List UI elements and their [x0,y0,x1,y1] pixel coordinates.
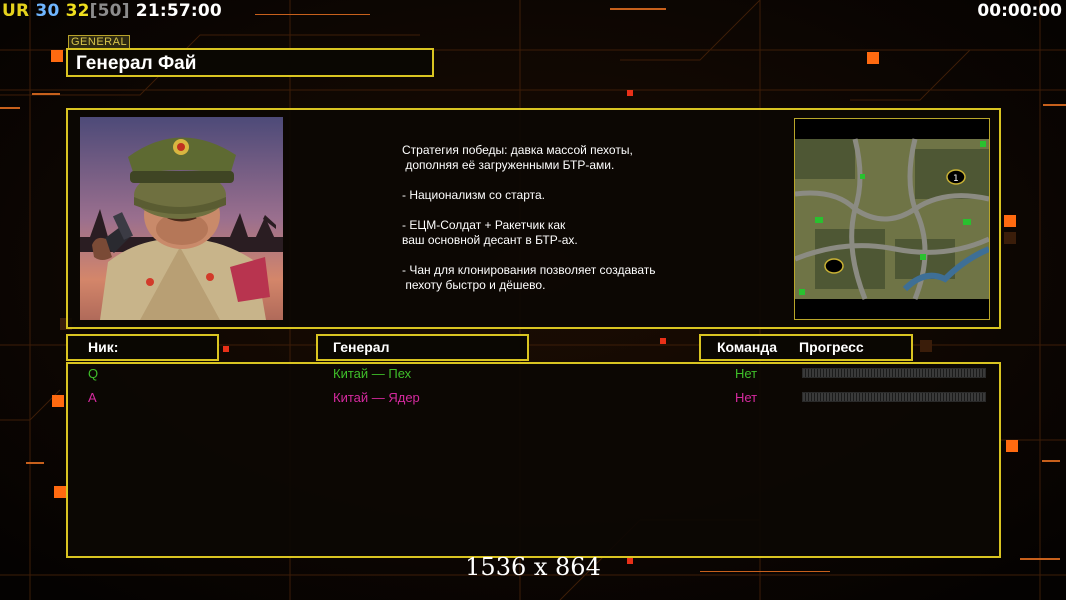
description-line [402,248,772,263]
description-line: - ЕЦМ-Солдат + Ракетчик как [402,218,566,232]
description-line: - Чан для клонирования позволяет создава… [402,263,656,277]
player-list: Q Китай — Пех Нет A Китай — Ядер Нет [66,362,1001,558]
description-line [402,173,772,188]
player-progress-bar [802,368,986,378]
player-general: Китай — Ядер [333,390,420,405]
svg-text:1: 1 [953,174,959,184]
description-line [402,203,772,218]
player-nick: A [88,390,97,405]
player-general: Китай — Пех [333,366,412,381]
header-general: Генерал [316,334,529,361]
hud-value-1: 30 [35,1,60,21]
description-line: - Национализм со старта. [402,188,545,202]
player-progress-bar [802,392,986,402]
general-name: Генерал Фай [76,53,197,74]
hud-ur-label: UR [2,1,30,21]
description-line: пехоту быстро и дёшево. [402,278,546,292]
list-item[interactable]: Q Китай — Пех Нет [68,365,1003,383]
general-description: Стратегия победы: давка массой пехоты, д… [402,143,772,293]
header-team-label: Команда [717,339,777,355]
header-team-progress: Команда Прогресс [699,334,913,361]
map-preview[interactable]: 1 [794,118,990,320]
player-team: Нет [735,390,758,405]
hud-stats: UR 30 32[50] 21:57:00 [2,1,222,21]
hud-clock: 21:57:00 [135,1,222,21]
general-portrait [80,117,283,320]
header-nick: Ник: [66,334,219,361]
player-nick: Q [88,366,99,381]
general-title-box: Генерал Фай [66,48,434,77]
resolution-label: 1536 x 864 [465,553,601,581]
header-nick-label: Ник: [88,339,119,355]
description-line: дополняя её загруженными БТР-ами. [402,158,615,172]
description-line: Стратегия победы: давка массой пехоты, [402,143,633,157]
header-general-label: Генерал [333,339,390,355]
hud-timer: 00:00:00 [977,1,1062,21]
hud-value-3: [50] [89,1,130,21]
list-item[interactable]: A Китай — Ядер Нет [68,389,1003,407]
description-line: ваш основной десант в БТР-ах. [402,233,578,247]
hud-value-2: 32 [65,1,90,21]
header-progress-label: Прогресс [799,339,864,355]
player-team: Нет [735,366,758,381]
